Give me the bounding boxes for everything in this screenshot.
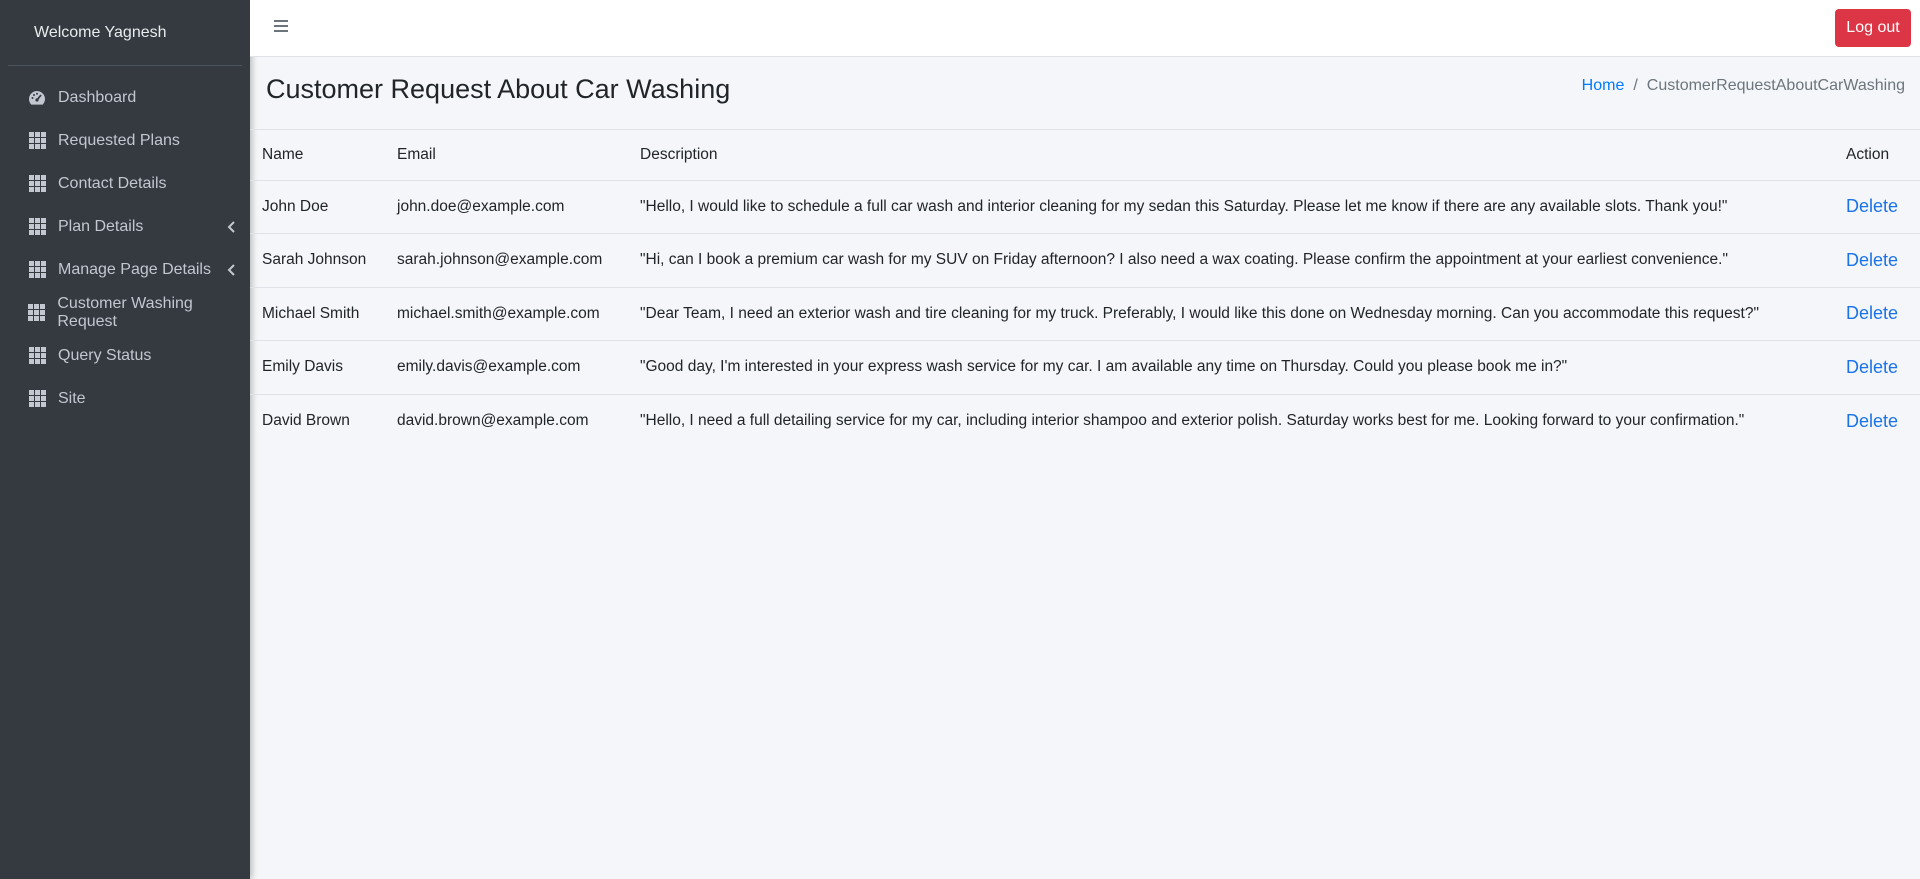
sidebar: Welcome Yagnesh Dashboard Requested Plan… xyxy=(0,0,250,879)
table-header-row: Name Email Description Action xyxy=(250,130,1920,181)
requests-table-container: Name Email Description Action John Doe j… xyxy=(250,130,1920,448)
grid-icon xyxy=(28,175,46,193)
cell-email: sarah.johnson@example.com xyxy=(385,233,628,288)
sidebar-item-label: Site xyxy=(58,389,86,407)
grid-icon xyxy=(28,304,46,322)
column-header-action: Action xyxy=(1834,130,1920,181)
chevron-left-icon xyxy=(227,263,235,276)
welcome-text: Welcome Yagnesh xyxy=(8,0,242,66)
table-row: Emily Davis emily.davis@example.com "Goo… xyxy=(250,340,1920,395)
sidebar-item-label: Contact Details xyxy=(58,174,167,192)
grid-icon xyxy=(28,218,46,236)
sidebar-item-customer-washing-request[interactable]: Customer Washing Request xyxy=(0,291,250,334)
sidebar-item-contact-details[interactable]: Contact Details xyxy=(0,162,250,205)
grid-icon xyxy=(28,390,46,408)
topbar: Log out xyxy=(250,0,1920,57)
delete-link[interactable]: Delete xyxy=(1846,250,1898,270)
grid-icon xyxy=(28,261,46,279)
sidebar-item-label: Query Status xyxy=(58,346,152,364)
cell-email: john.doe@example.com xyxy=(385,180,628,234)
breadcrumb-home-link[interactable]: Home xyxy=(1582,77,1625,95)
sidebar-item-manage-page-details[interactable]: Manage Page Details xyxy=(0,248,250,291)
breadcrumb-separator: / xyxy=(1633,77,1638,94)
delete-link[interactable]: Delete xyxy=(1846,196,1898,216)
sidebar-item-label: Plan Details xyxy=(58,217,144,235)
sidebar-item-requested-plans[interactable]: Requested Plans xyxy=(0,119,250,162)
cell-name: John Doe xyxy=(250,180,385,234)
cell-description: "Good day, I'm interested in your expres… xyxy=(628,340,1834,395)
cell-name: Sarah Johnson xyxy=(250,233,385,288)
sidebar-item-label: Customer Washing Request xyxy=(57,294,193,330)
sidebar-item-site[interactable]: Site xyxy=(0,377,250,420)
cell-email: emily.davis@example.com xyxy=(385,340,628,395)
cell-name: Emily Davis xyxy=(250,340,385,395)
grid-icon xyxy=(28,132,46,150)
table-row: Michael Smith michael.smith@example.com … xyxy=(250,287,1920,341)
sidebar-item-label: Dashboard xyxy=(58,88,137,106)
cell-email: michael.smith@example.com xyxy=(385,287,628,341)
column-header-email: Email xyxy=(385,130,628,181)
table-row: David Brown david.brown@example.com "Hel… xyxy=(250,394,1920,448)
sidebar-item-dashboard[interactable]: Dashboard xyxy=(0,76,250,119)
grid-icon xyxy=(28,347,46,365)
sidebar-item-query-status[interactable]: Query Status xyxy=(0,334,250,377)
page-title: Customer Request About Car Washing xyxy=(266,74,731,104)
cell-description: "Dear Team, I need an exterior wash and … xyxy=(628,287,1834,341)
delete-link[interactable]: Delete xyxy=(1846,303,1898,323)
cell-description: "Hi, can I book a premium car wash for m… xyxy=(628,233,1834,288)
sidebar-item-label: Requested Plans xyxy=(58,131,180,149)
cell-description: "Hello, I need a full detailing service … xyxy=(640,412,1745,429)
sidebar-nav: Dashboard Requested Plans Contact Detail… xyxy=(0,66,250,420)
cell-name: David Brown xyxy=(262,412,350,429)
column-header-name: Name xyxy=(250,130,385,181)
breadcrumb: Home / CustomerRequestAboutCarWashing xyxy=(1582,77,1905,95)
logout-button[interactable]: Log out xyxy=(1835,9,1911,47)
column-header-description: Description xyxy=(628,130,1834,181)
content-header: Customer Request About Car Washing Home … xyxy=(250,57,1920,130)
requests-table: Name Email Description Action John Doe j… xyxy=(250,130,1920,448)
breadcrumb-current: CustomerRequestAboutCarWashing xyxy=(1646,77,1905,94)
sidebar-item-plan-details[interactable]: Plan Details xyxy=(0,205,250,248)
cell-name: Michael Smith xyxy=(250,287,385,341)
sidebar-item-label: Manage Page Details xyxy=(58,260,211,278)
table-row: Sarah Johnson sarah.johnson@example.com … xyxy=(250,233,1920,288)
chevron-left-icon xyxy=(227,220,235,233)
table-row: John Doe john.doe@example.com "Hello, I … xyxy=(250,180,1920,234)
delete-link[interactable]: Delete xyxy=(1846,411,1898,431)
gauge-icon xyxy=(28,89,46,107)
hamburger-menu-icon[interactable] xyxy=(274,20,288,34)
cell-email: david.brown@example.com xyxy=(397,412,589,429)
delete-link[interactable]: Delete xyxy=(1846,357,1898,377)
cell-description: "Hello, I would like to schedule a full … xyxy=(628,180,1834,234)
